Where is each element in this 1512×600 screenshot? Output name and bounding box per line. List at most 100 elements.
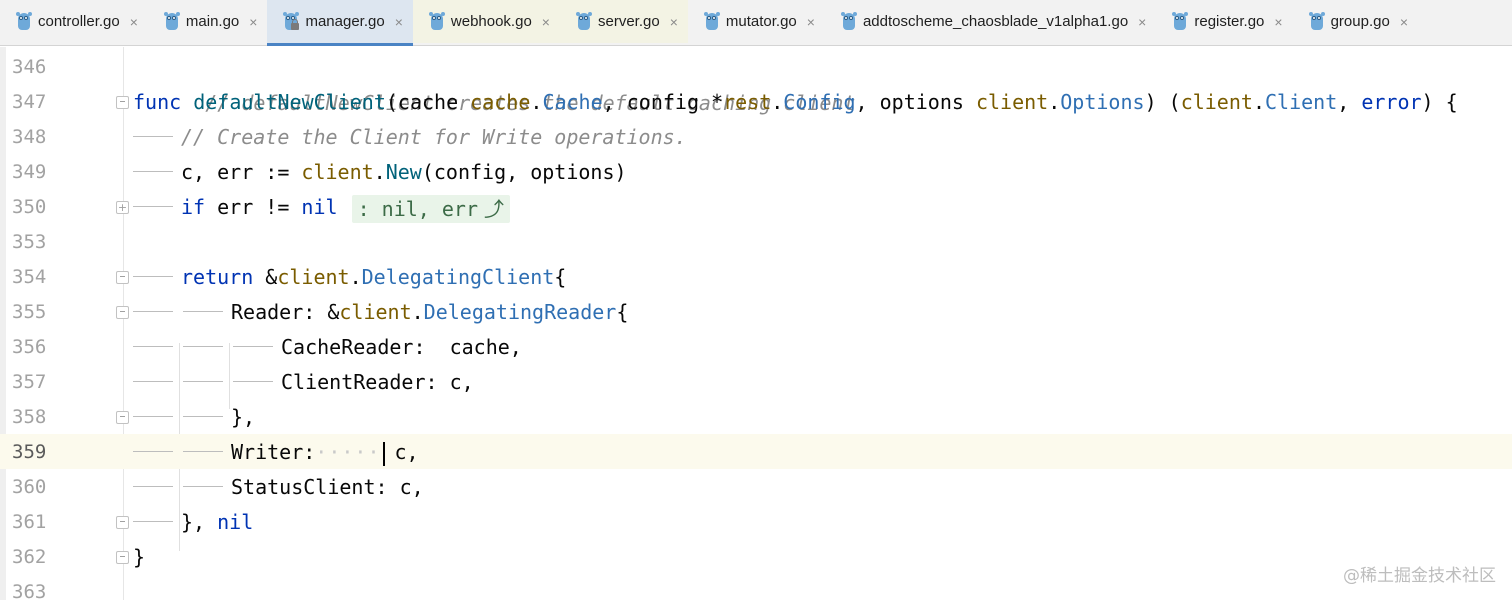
code-token: c, — [394, 440, 419, 464]
code-line[interactable]: 349 c, err := client.New(config, options… — [0, 154, 1512, 189]
code-token: }, — [231, 405, 256, 429]
code-token: . — [1048, 90, 1061, 114]
code-token: , options — [855, 90, 976, 114]
indent-marker — [233, 381, 273, 382]
code-line[interactable]: 346 // defaultNewClient creates the defa… — [0, 49, 1512, 115]
line-number: 350 — [12, 196, 47, 218]
indent-marker — [183, 486, 223, 487]
code-token: . — [771, 90, 784, 114]
close-icon[interactable]: × — [670, 15, 678, 29]
code-line[interactable]: 353 — [0, 224, 1512, 259]
code-token: ) ( — [1144, 90, 1181, 114]
fold-collapse-icon[interactable] — [116, 551, 129, 564]
go-file-icon — [703, 12, 720, 31]
tab-register[interactable]: register.go × — [1156, 0, 1292, 43]
text-caret — [382, 441, 385, 466]
code-token: . — [373, 160, 386, 184]
type-token: DelegatingClient — [361, 265, 555, 289]
code-line[interactable]: 354 return &client.DelegatingClient{ — [0, 259, 1512, 294]
watermark-text: @稀土掘金技术社区 — [1343, 566, 1496, 586]
code-line[interactable]: 350 if err != nil : nil, err⤴ — [0, 189, 1512, 224]
fold-collapse-icon[interactable] — [116, 516, 129, 529]
go-file-icon — [575, 12, 592, 31]
code-text: }, — [231, 399, 255, 434]
code-text: } — [133, 539, 145, 574]
code-line[interactable]: 347 func defaultNewClient(cache cache.Ca… — [0, 84, 1512, 119]
code-line[interactable]: 356 CacheReader: cache, — [0, 329, 1512, 364]
indent-marker — [133, 381, 173, 382]
package-token: client — [1180, 90, 1253, 114]
keyword-token: func — [133, 90, 182, 114]
tab-manager[interactable]: manager.go × — [267, 0, 414, 46]
code-line[interactable]: 355 Reader: &client.DelegatingReader{ — [0, 294, 1512, 329]
package-token: client — [975, 90, 1049, 114]
tab-webhook[interactable]: webhook.go × — [412, 0, 560, 43]
package-token: rest — [723, 90, 772, 114]
keyword-token: if — [181, 195, 206, 219]
indent-marker — [133, 486, 173, 487]
tab-label: controller.go — [38, 13, 120, 30]
close-icon[interactable]: × — [807, 15, 815, 29]
close-icon[interactable]: × — [395, 15, 403, 29]
close-icon[interactable]: × — [1274, 15, 1282, 29]
close-icon[interactable]: × — [1400, 15, 1408, 29]
code-line[interactable]: 357 ClientReader: c, — [0, 364, 1512, 399]
close-icon[interactable]: × — [1138, 15, 1146, 29]
comment-token: // Create the Client for Write operation… — [181, 125, 687, 149]
code-line[interactable]: 358 }, — [0, 399, 1512, 434]
code-token: (cache — [385, 90, 471, 114]
go-file-icon — [1172, 12, 1189, 31]
folded-code-hint[interactable]: : nil, err ⤴ — [351, 194, 511, 223]
code-line[interactable]: 361 }, nil — [0, 504, 1512, 539]
tab-mutator[interactable]: mutator.go × — [688, 0, 825, 43]
keyword-token: nil — [217, 510, 254, 534]
indent-marker — [183, 416, 223, 417]
fold-collapse-icon[interactable] — [116, 306, 129, 319]
line-number: 347 — [12, 91, 47, 113]
code-editor[interactable]: 346 // defaultNewClient creates the defa… — [0, 47, 1512, 600]
go-file-icon — [428, 12, 445, 31]
indent-marker — [133, 346, 173, 347]
tab-main[interactable]: main.go × — [148, 0, 268, 43]
current-code-line[interactable]: 359 Writer:····· c, — [0, 434, 1512, 469]
code-text: // Create the Client for Write operation… — [181, 119, 687, 154]
code-text: Writer:····· c, — [231, 434, 419, 469]
close-icon[interactable]: × — [249, 15, 257, 29]
tab-label: addtoscheme_chaosblade_v1alpha1.go — [862, 13, 1129, 30]
fold-collapse-icon[interactable] — [116, 411, 129, 424]
tab-group[interactable]: group.go × — [1293, 0, 1418, 43]
tab-controller[interactable]: controller.go × — [0, 0, 148, 43]
code-text: ClientReader: c, — [281, 364, 474, 399]
code-token: { — [616, 300, 629, 324]
tab-addtoscheme-chaosblade-v1alpha1[interactable]: addtoscheme_chaosblade_v1alpha1.go × — [825, 0, 1156, 43]
fold-expand-icon[interactable] — [116, 201, 129, 214]
code-line[interactable]: 348 // Create the Client for Write opera… — [0, 119, 1512, 154]
line-number: 346 — [12, 56, 47, 78]
indent-marker — [183, 311, 223, 312]
indent-marker — [183, 381, 223, 382]
tab-label: register.go — [1194, 13, 1265, 30]
type-token: Client — [1264, 90, 1338, 114]
code-text: return &client.DelegatingClient{ — [181, 259, 566, 294]
close-icon[interactable]: × — [130, 15, 138, 29]
fold-collapse-icon[interactable] — [116, 96, 129, 109]
code-line[interactable]: 363 — [0, 574, 1512, 600]
indent-marker — [183, 451, 223, 452]
return-arrow-icon: ⤴ — [484, 196, 505, 221]
go-file-icon — [840, 12, 857, 31]
go-file-locked-icon — [283, 12, 300, 31]
line-number: 359 — [12, 441, 47, 463]
go-file-icon — [1308, 12, 1325, 31]
close-icon[interactable]: × — [542, 15, 550, 29]
tab-label: server.go — [597, 13, 660, 30]
package-token: client — [339, 300, 412, 324]
code-line[interactable]: 362 } — [0, 539, 1512, 574]
code-token: . — [530, 90, 543, 114]
code-text: if err != nil : nil, err ⤴ — [181, 189, 511, 224]
code-line[interactable]: 360 StatusClient: c, — [0, 469, 1512, 504]
tab-server[interactable]: server.go × — [559, 0, 688, 43]
fold-collapse-icon[interactable] — [116, 271, 129, 284]
type-token: DelegatingReader — [423, 300, 617, 324]
code-text: c, err := client.New(config, options) — [181, 154, 627, 189]
line-number: 355 — [12, 301, 47, 323]
